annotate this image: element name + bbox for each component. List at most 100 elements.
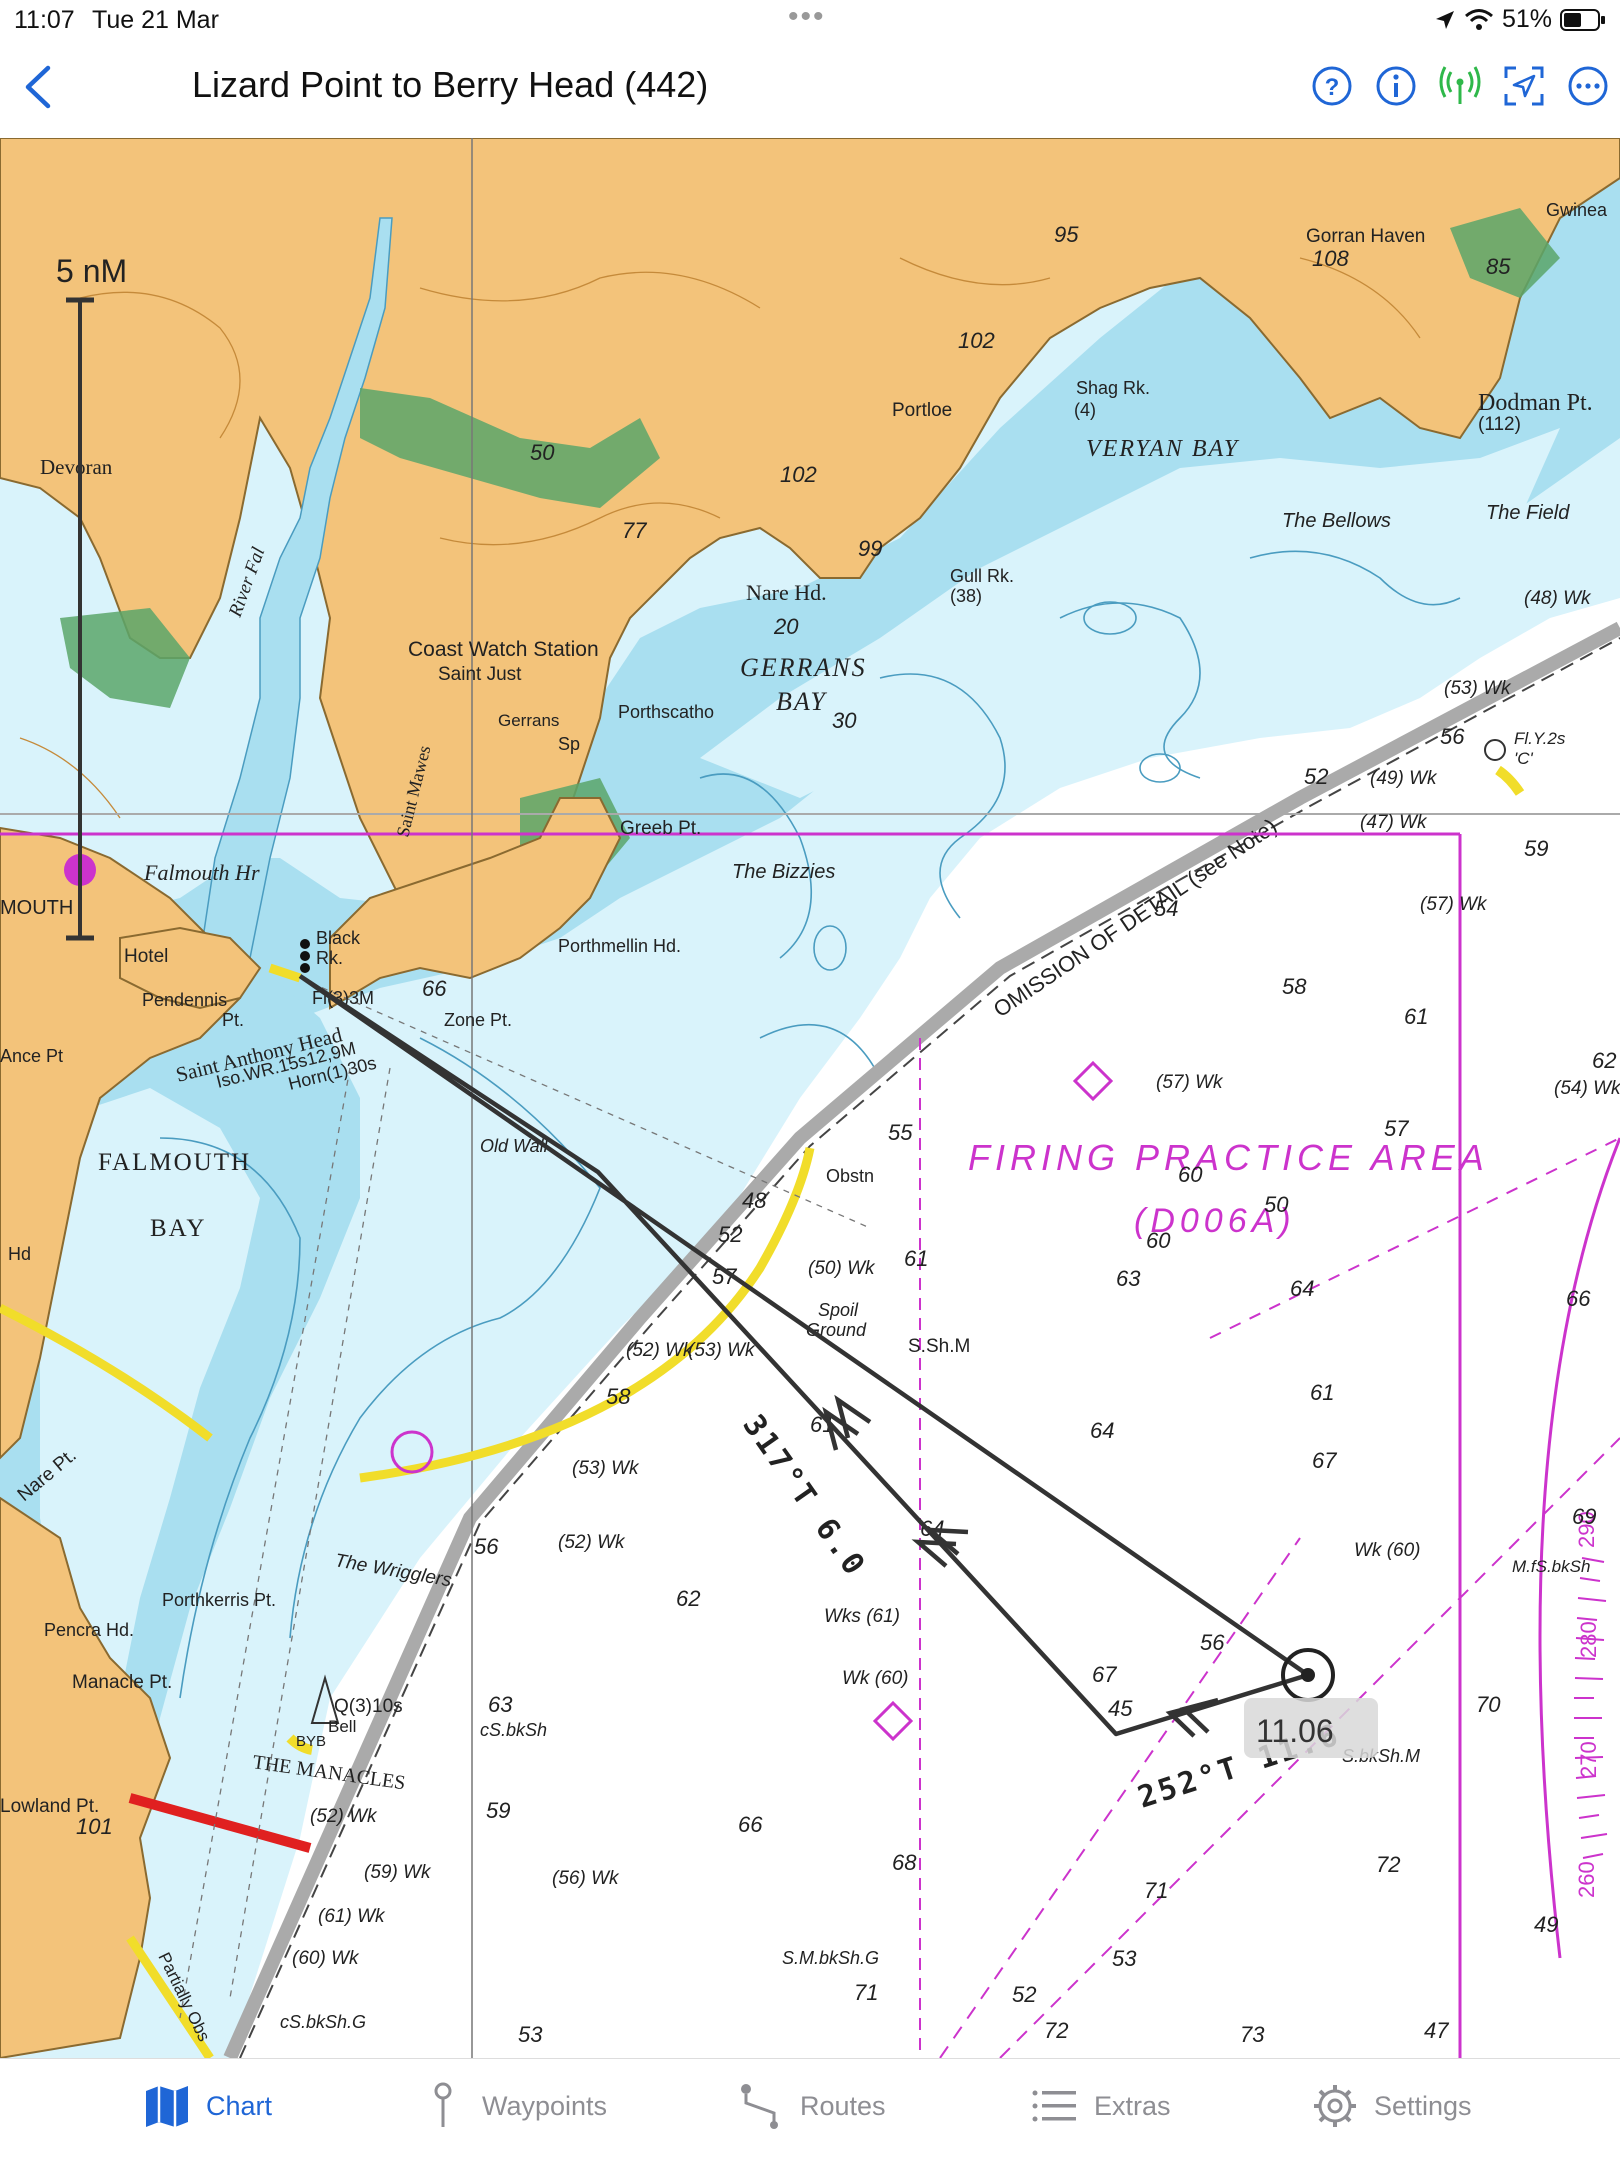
label-sp: Sp: [558, 734, 580, 754]
label-c-buoy: 'C': [1514, 749, 1534, 768]
more-icon[interactable]: [1566, 64, 1610, 108]
depth: 47: [1424, 2018, 1449, 2043]
list-icon: [1032, 2090, 1076, 2122]
depth: 61: [904, 1246, 928, 1271]
depth: 99: [858, 536, 882, 561]
label-gorran-haven: Gorran Haven: [1306, 226, 1425, 247]
label-obstn: Obstn: [826, 1166, 874, 1186]
label-black-rk-2: Rk.: [316, 948, 343, 968]
label-ssh-m: S.Sh.M: [908, 1336, 970, 1357]
wreck-label: (60) Wk: [292, 1948, 360, 1969]
battery-icon: [1560, 8, 1605, 31]
wreck-label: (57) Wk: [1420, 894, 1488, 915]
label-nare-hd: Nare Hd.: [746, 580, 827, 605]
depth: 20: [773, 614, 799, 639]
tab-label: Waypoints: [482, 2090, 608, 2121]
label-gwinea: Gwinea: [1546, 200, 1608, 220]
label-bell: Bell: [328, 1717, 356, 1736]
wreck-label: (48) Wk: [1524, 588, 1592, 609]
depth: 59: [1524, 836, 1548, 861]
depth: 58: [1282, 974, 1307, 999]
wreck-label: (57) Wk: [1156, 1072, 1224, 1093]
depth: 52: [718, 1222, 742, 1247]
depth: 108: [1312, 246, 1349, 271]
wreck-label: (52) Wk: [558, 1532, 626, 1553]
signal-icon[interactable]: [1438, 64, 1482, 108]
multitask-dots-icon[interactable]: •••: [788, 0, 826, 34]
label-dodman-height: (112): [1478, 414, 1521, 435]
depth: 64: [1290, 1276, 1314, 1301]
label-greeb-pt: Greeb Pt.: [620, 818, 701, 839]
tab-routes[interactable]: Routes: [736, 2081, 886, 2131]
svg-text:?: ?: [1325, 74, 1340, 101]
label-portloe: Portloe: [892, 400, 952, 421]
label-gull-rk-depth: (38): [950, 586, 982, 606]
depth: 56: [474, 1534, 499, 1559]
label-the-bizzies: The Bizzies: [732, 861, 835, 883]
label-hd: Hd: [8, 1244, 31, 1264]
wreck-label: (52) Wk: [626, 1340, 694, 1361]
label-falmouth-hr: Falmouth Hr: [143, 860, 260, 885]
wreck-label: (49) Wk: [1370, 768, 1438, 789]
wreck-label: (53) Wk: [1444, 678, 1512, 699]
wreck-label: (56) Wk: [552, 1868, 620, 1889]
wreck-label: (52) Wk: [310, 1806, 378, 1827]
depth: 66: [1566, 1286, 1591, 1311]
label-shag-rk: Shag Rk.: [1076, 378, 1150, 398]
depth: 62: [1592, 1048, 1616, 1073]
depth: 60: [1178, 1162, 1203, 1187]
depth: 77: [622, 518, 647, 543]
depth: 102: [958, 328, 995, 353]
back-chevron-icon[interactable]: [18, 62, 58, 112]
wreck-label: Wks (61): [824, 1606, 900, 1627]
waypoint-center: [1301, 1668, 1315, 1682]
label-gerrans-bay-2: BAY: [776, 687, 827, 716]
depth: 50: [1264, 1192, 1289, 1217]
depth: 70: [1476, 1692, 1501, 1717]
depth: 30: [832, 708, 857, 733]
depth: 64: [1090, 1418, 1114, 1443]
scale-label: 5 nM: [56, 253, 127, 289]
label-falmouth-town: MOUTH: [0, 897, 73, 919]
label-the-bellows: The Bellows: [1282, 510, 1391, 532]
depth: 62: [676, 1586, 700, 1611]
label-coast-watch: Coast Watch Station: [408, 638, 599, 661]
chart-canvas[interactable]: OMISSION OF DETAIL (see Note) 290 280 27…: [0, 138, 1620, 2058]
label-spoil: Spoil: [818, 1300, 859, 1320]
status-time: 11:07: [14, 6, 75, 34]
gear-icon: [1314, 2085, 1356, 2127]
depth: 49: [1534, 1912, 1558, 1937]
label-csbksh: cS.bkSh: [480, 1720, 547, 1740]
depth: 68: [892, 1850, 917, 1875]
ar-locate-icon[interactable]: [1502, 64, 1546, 108]
label-pendennis: Pendennis: [142, 990, 227, 1010]
label-porthmellin: Porthmellin Hd.: [558, 936, 681, 956]
info-icon[interactable]: [1374, 64, 1418, 108]
depth: 66: [738, 1812, 763, 1837]
label-dodman-pt: Dodman Pt.: [1478, 390, 1593, 416]
tab-bar: Chart Waypoints Routes Extras Settings: [0, 2058, 1620, 2161]
help-icon[interactable]: ?: [1310, 64, 1354, 108]
tab-chart[interactable]: Chart: [142, 2081, 272, 2131]
depth: 61: [1310, 1380, 1334, 1405]
depth: 66: [422, 976, 447, 1001]
wreck-label: (53) Wk: [572, 1458, 640, 1479]
depth: 52: [1304, 764, 1328, 789]
depth: 54: [1154, 896, 1178, 921]
tab-settings[interactable]: Settings: [1310, 2081, 1472, 2131]
depth: 56: [1440, 724, 1465, 749]
depth: 95: [1054, 222, 1079, 247]
nautical-chart[interactable]: OMISSION OF DETAIL (see Note) 290 280 27…: [0, 138, 1620, 2058]
depth: 56: [1200, 1630, 1225, 1655]
tab-label: Routes: [800, 2090, 886, 2121]
label-gerrans-bay-1: GERRANS: [740, 653, 867, 682]
depth: 73: [1240, 2022, 1265, 2047]
nav-actions: ?: [1310, 64, 1610, 108]
wreck-label: Wk (60): [1354, 1540, 1421, 1561]
label-ance-pt: Ance Pt: [0, 1046, 63, 1066]
tab-waypoints[interactable]: Waypoints: [418, 2081, 607, 2131]
wifi-icon: [1464, 8, 1493, 30]
page-title: Lizard Point to Berry Head (442): [192, 64, 709, 105]
compass-260: 260: [1574, 1861, 1599, 1898]
tab-extras[interactable]: Extras: [1030, 2081, 1171, 2131]
